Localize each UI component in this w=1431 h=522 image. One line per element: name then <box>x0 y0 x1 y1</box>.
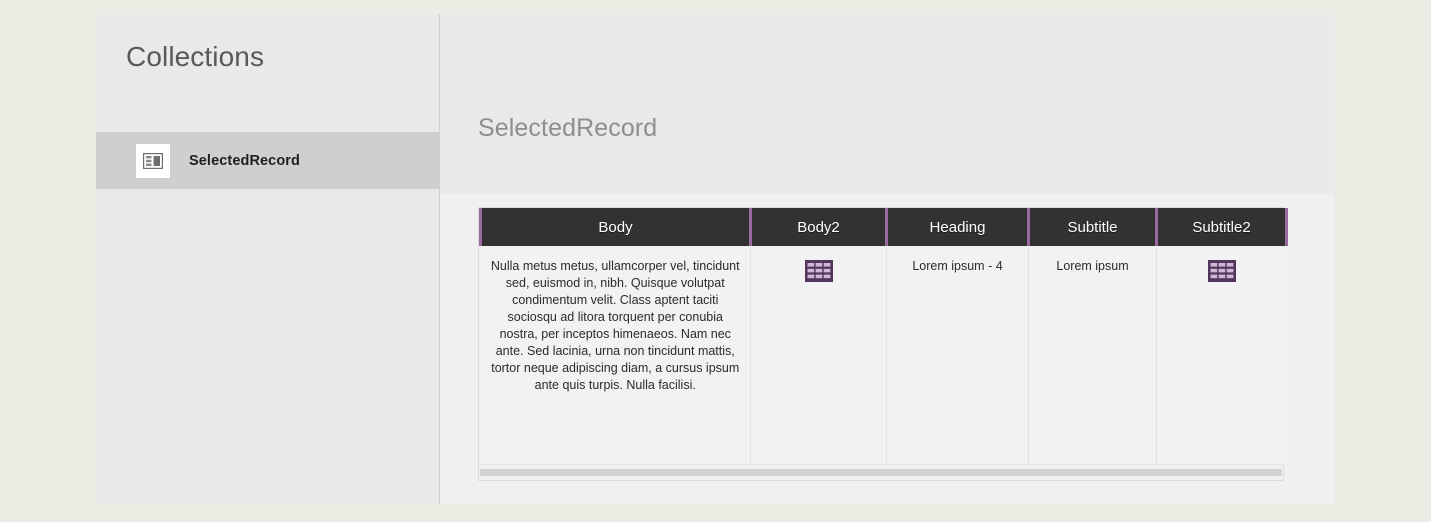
column-header-heading[interactable]: Heading <box>885 208 1029 246</box>
column-header-body2[interactable]: Body2 <box>749 208 887 246</box>
sidebar-item-selectedrecord[interactable]: SelectedRecord <box>96 132 440 189</box>
data-grid-container: Body Body2 Heading Subtitle Subtitle2 Nu… <box>478 207 1288 481</box>
grid-horizontal-scrollbar[interactable] <box>479 463 1283 480</box>
collection-data-table: Body Body2 Heading Subtitle Subtitle2 Nu… <box>479 208 1288 464</box>
record-table-icon <box>136 143 170 178</box>
page-title: SelectedRecord <box>478 114 658 142</box>
data-grid-surface: Body Body2 Heading Subtitle Subtitle2 Nu… <box>440 193 1334 504</box>
collection-detail-pane: SelectedRecord Body Body2 Heading Subtit… <box>440 14 1334 504</box>
grid-horizontal-scrollbar-thumb[interactable] <box>480 468 1282 476</box>
cell-subtitle: Lorem ipsum <box>1028 245 1157 464</box>
column-header-body[interactable]: Body <box>479 208 751 246</box>
cell-subtitle2 <box>1156 245 1287 464</box>
cell-body: Nulla metus metus, ullamcorper vel, tinc… <box>480 245 751 464</box>
collections-list: SelectedRecord <box>96 132 440 189</box>
cell-heading-text: Lorem ipsum - 4 <box>912 259 1003 273</box>
table-header-row: Body Body2 Heading Subtitle Subtitle2 <box>479 208 1288 246</box>
cell-subtitle-text: Lorem ipsum <box>1056 259 1129 273</box>
cell-body2 <box>750 245 887 464</box>
table-header: Body Body2 Heading Subtitle Subtitle2 <box>479 208 1288 246</box>
cell-heading: Lorem ipsum - 4 <box>886 245 1029 464</box>
table-body: Nulla metus metus, ullamcorper vel, tinc… <box>480 245 1287 464</box>
sidebar-item-label: SelectedRecord <box>189 152 300 169</box>
table-row[interactable]: Nulla metus metus, ullamcorper vel, tinc… <box>480 245 1287 464</box>
collections-panel: Collections SelectedRecord SelectedRecor… <box>96 14 1334 504</box>
collections-sidebar: Collections SelectedRecord <box>96 14 440 504</box>
cell-body-text: Nulla metus metus, ullamcorper vel, tinc… <box>490 259 740 392</box>
collections-heading: Collections <box>126 41 265 72</box>
table-grid-icon[interactable] <box>1207 260 1236 282</box>
table-grid-icon[interactable] <box>804 260 833 282</box>
column-header-subtitle[interactable]: Subtitle <box>1027 208 1157 246</box>
column-header-subtitle2[interactable]: Subtitle2 <box>1155 208 1288 246</box>
